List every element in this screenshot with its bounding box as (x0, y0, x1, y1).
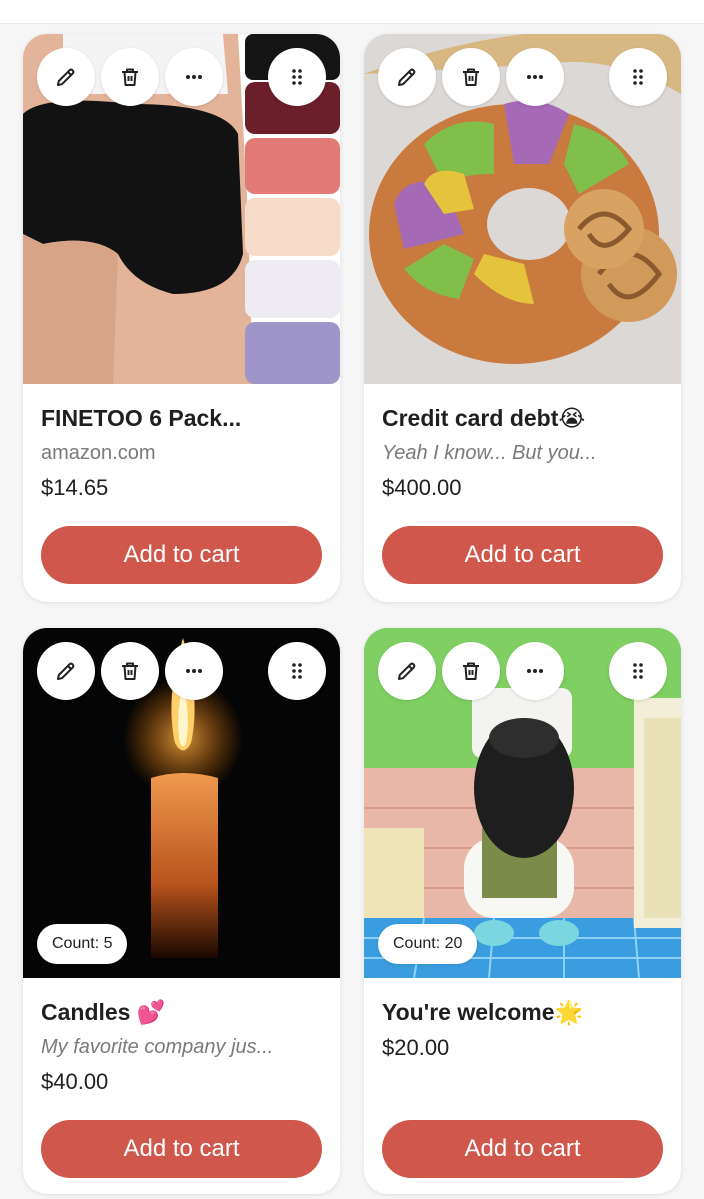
product-title[interactable]: Credit card debt😭 (382, 402, 663, 434)
count-badge: Count: 20 (378, 924, 478, 964)
product-source: amazon.com (41, 442, 156, 464)
pencil-icon (57, 68, 75, 86)
delete-button[interactable] (442, 48, 500, 106)
glowing-star-emoji: 🌟 (554, 999, 584, 1025)
ellipsis-icon (186, 75, 202, 79)
product-price: $14.65 (41, 475, 109, 500)
drag-handle-icon (292, 663, 302, 679)
pencil-icon (57, 662, 75, 680)
drag-handle-button[interactable] (609, 642, 667, 700)
ellipsis-icon (186, 669, 202, 673)
drag-handle-icon (633, 663, 643, 679)
product-title[interactable]: FINETOO 6 Pack... (41, 402, 322, 434)
edit-button[interactable] (378, 48, 436, 106)
product-card: Count: 20 You're welcome🌟 $20.00 Add to … (364, 628, 681, 1194)
trash-icon (122, 662, 138, 680)
product-image-cake[interactable] (364, 34, 681, 384)
product-description: Yeah I know... But you... (382, 442, 597, 464)
more-options-button[interactable] (506, 48, 564, 106)
count-badge: Count: 5 (37, 924, 128, 964)
product-card: Count: 5 Candles 💕 My favorite company j… (23, 628, 340, 1194)
product-description: My favorite company jus... (41, 1036, 274, 1058)
drag-handle-button[interactable] (268, 642, 326, 700)
ellipsis-icon (527, 75, 543, 79)
trash-icon (463, 68, 479, 86)
more-options-button[interactable] (165, 642, 223, 700)
edit-button[interactable] (37, 642, 95, 700)
delete-button[interactable] (442, 642, 500, 700)
product-image-underwear[interactable] (23, 34, 340, 384)
delete-button[interactable] (101, 642, 159, 700)
drag-handle-button[interactable] (609, 48, 667, 106)
more-options-button[interactable] (165, 48, 223, 106)
product-card: Credit card debt😭 Yeah I know... But you… (364, 34, 681, 602)
edit-button[interactable] (37, 48, 95, 106)
pencil-icon (398, 68, 416, 86)
product-image-candle[interactable]: Count: 5 (23, 628, 340, 978)
product-title[interactable]: You're welcome🌟 (382, 996, 663, 1028)
ellipsis-icon (527, 669, 543, 673)
delete-button[interactable] (101, 48, 159, 106)
two-hearts-emoji: 💕 (136, 999, 166, 1025)
top-bar (0, 0, 704, 24)
drag-handle-icon (292, 69, 302, 85)
trash-icon (122, 68, 138, 86)
edit-button[interactable] (378, 642, 436, 700)
trash-icon (463, 662, 479, 680)
add-to-cart-button[interactable]: Add to cart (41, 1120, 322, 1178)
product-price: $400.00 (382, 475, 462, 500)
product-price: $40.00 (41, 1069, 109, 1094)
product-price: $20.00 (382, 1035, 450, 1060)
crying-face-emoji: 😭 (558, 405, 586, 431)
add-to-cart-button[interactable]: Add to cart (382, 526, 663, 584)
product-image-game-scene[interactable]: Count: 20 (364, 628, 681, 978)
product-card: FINETOO 6 Pack... amazon.com $14.65 Add … (23, 34, 340, 602)
drag-handle-button[interactable] (268, 48, 326, 106)
add-to-cart-button[interactable]: Add to cart (41, 526, 322, 584)
pencil-icon (398, 662, 416, 680)
add-to-cart-button[interactable]: Add to cart (382, 1120, 663, 1178)
product-title[interactable]: Candles 💕 (41, 996, 322, 1028)
drag-handle-icon (633, 69, 643, 85)
more-options-button[interactable] (506, 642, 564, 700)
